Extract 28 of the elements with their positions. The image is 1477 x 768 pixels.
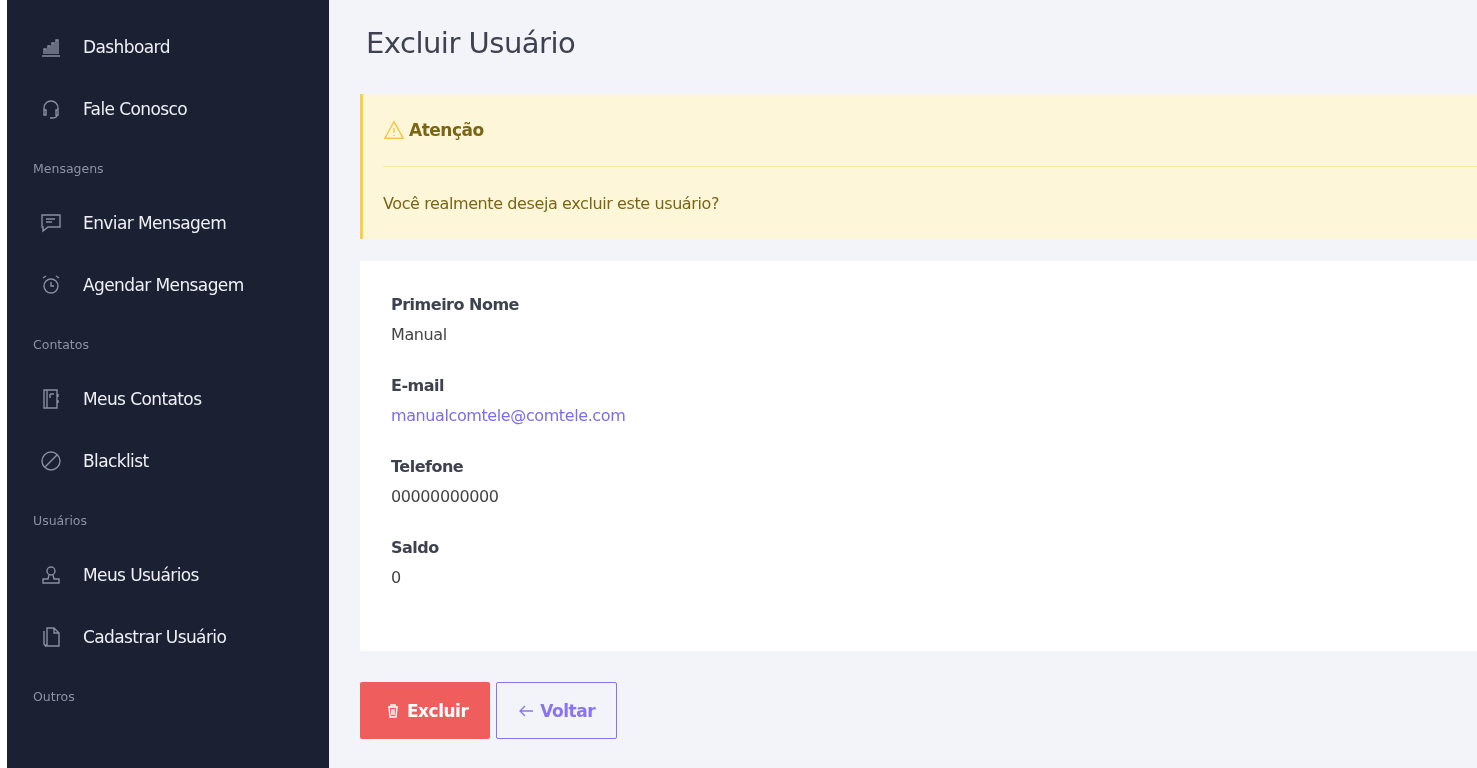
alert-message: Você realmente deseja excluir este usuário? bbox=[383, 192, 720, 215]
field-value: 0 bbox=[391, 568, 402, 587]
field-label: Telefone bbox=[391, 457, 465, 476]
sidebar-item[interactable]: Agendar Mensagem bbox=[7, 254, 329, 316]
field-value: Manual bbox=[391, 325, 448, 344]
sidebar-item[interactable]: Dashboard bbox=[7, 16, 329, 78]
section-heading: Outros bbox=[32, 687, 76, 706]
user-icon bbox=[39, 563, 63, 587]
sidebar-item[interactable]: Meus Contatos bbox=[7, 368, 329, 430]
sidebar-item[interactable]: Blacklist bbox=[7, 430, 329, 492]
message-icon bbox=[39, 211, 63, 235]
warning-icon bbox=[383, 119, 405, 141]
field-label: Primeiro Nome bbox=[391, 295, 520, 314]
email-link[interactable]: manualcomtele@comtele.com bbox=[391, 406, 626, 425]
trash-icon bbox=[385, 702, 401, 719]
page-title: Excluir Usuário bbox=[366, 26, 577, 60]
section-heading: Mensagens bbox=[32, 159, 105, 178]
field-value: 00000000000 bbox=[391, 487, 500, 506]
section-heading: Contatos bbox=[32, 335, 90, 354]
sidebar-item[interactable]: Cadastrar Usuário bbox=[7, 606, 329, 668]
prohibited-icon bbox=[39, 449, 63, 473]
alert-title: Atenção bbox=[409, 120, 484, 140]
sidebar-item[interactable]: Enviar Mensagem bbox=[7, 192, 329, 254]
sidebar-item[interactable]: Fale Conosco bbox=[7, 78, 329, 140]
sidebar-item[interactable]: Meus Usuários bbox=[7, 544, 329, 606]
section-heading: Usuários bbox=[32, 511, 89, 530]
field-label: E-mail bbox=[391, 376, 445, 395]
field-label: Saldo bbox=[391, 538, 440, 557]
